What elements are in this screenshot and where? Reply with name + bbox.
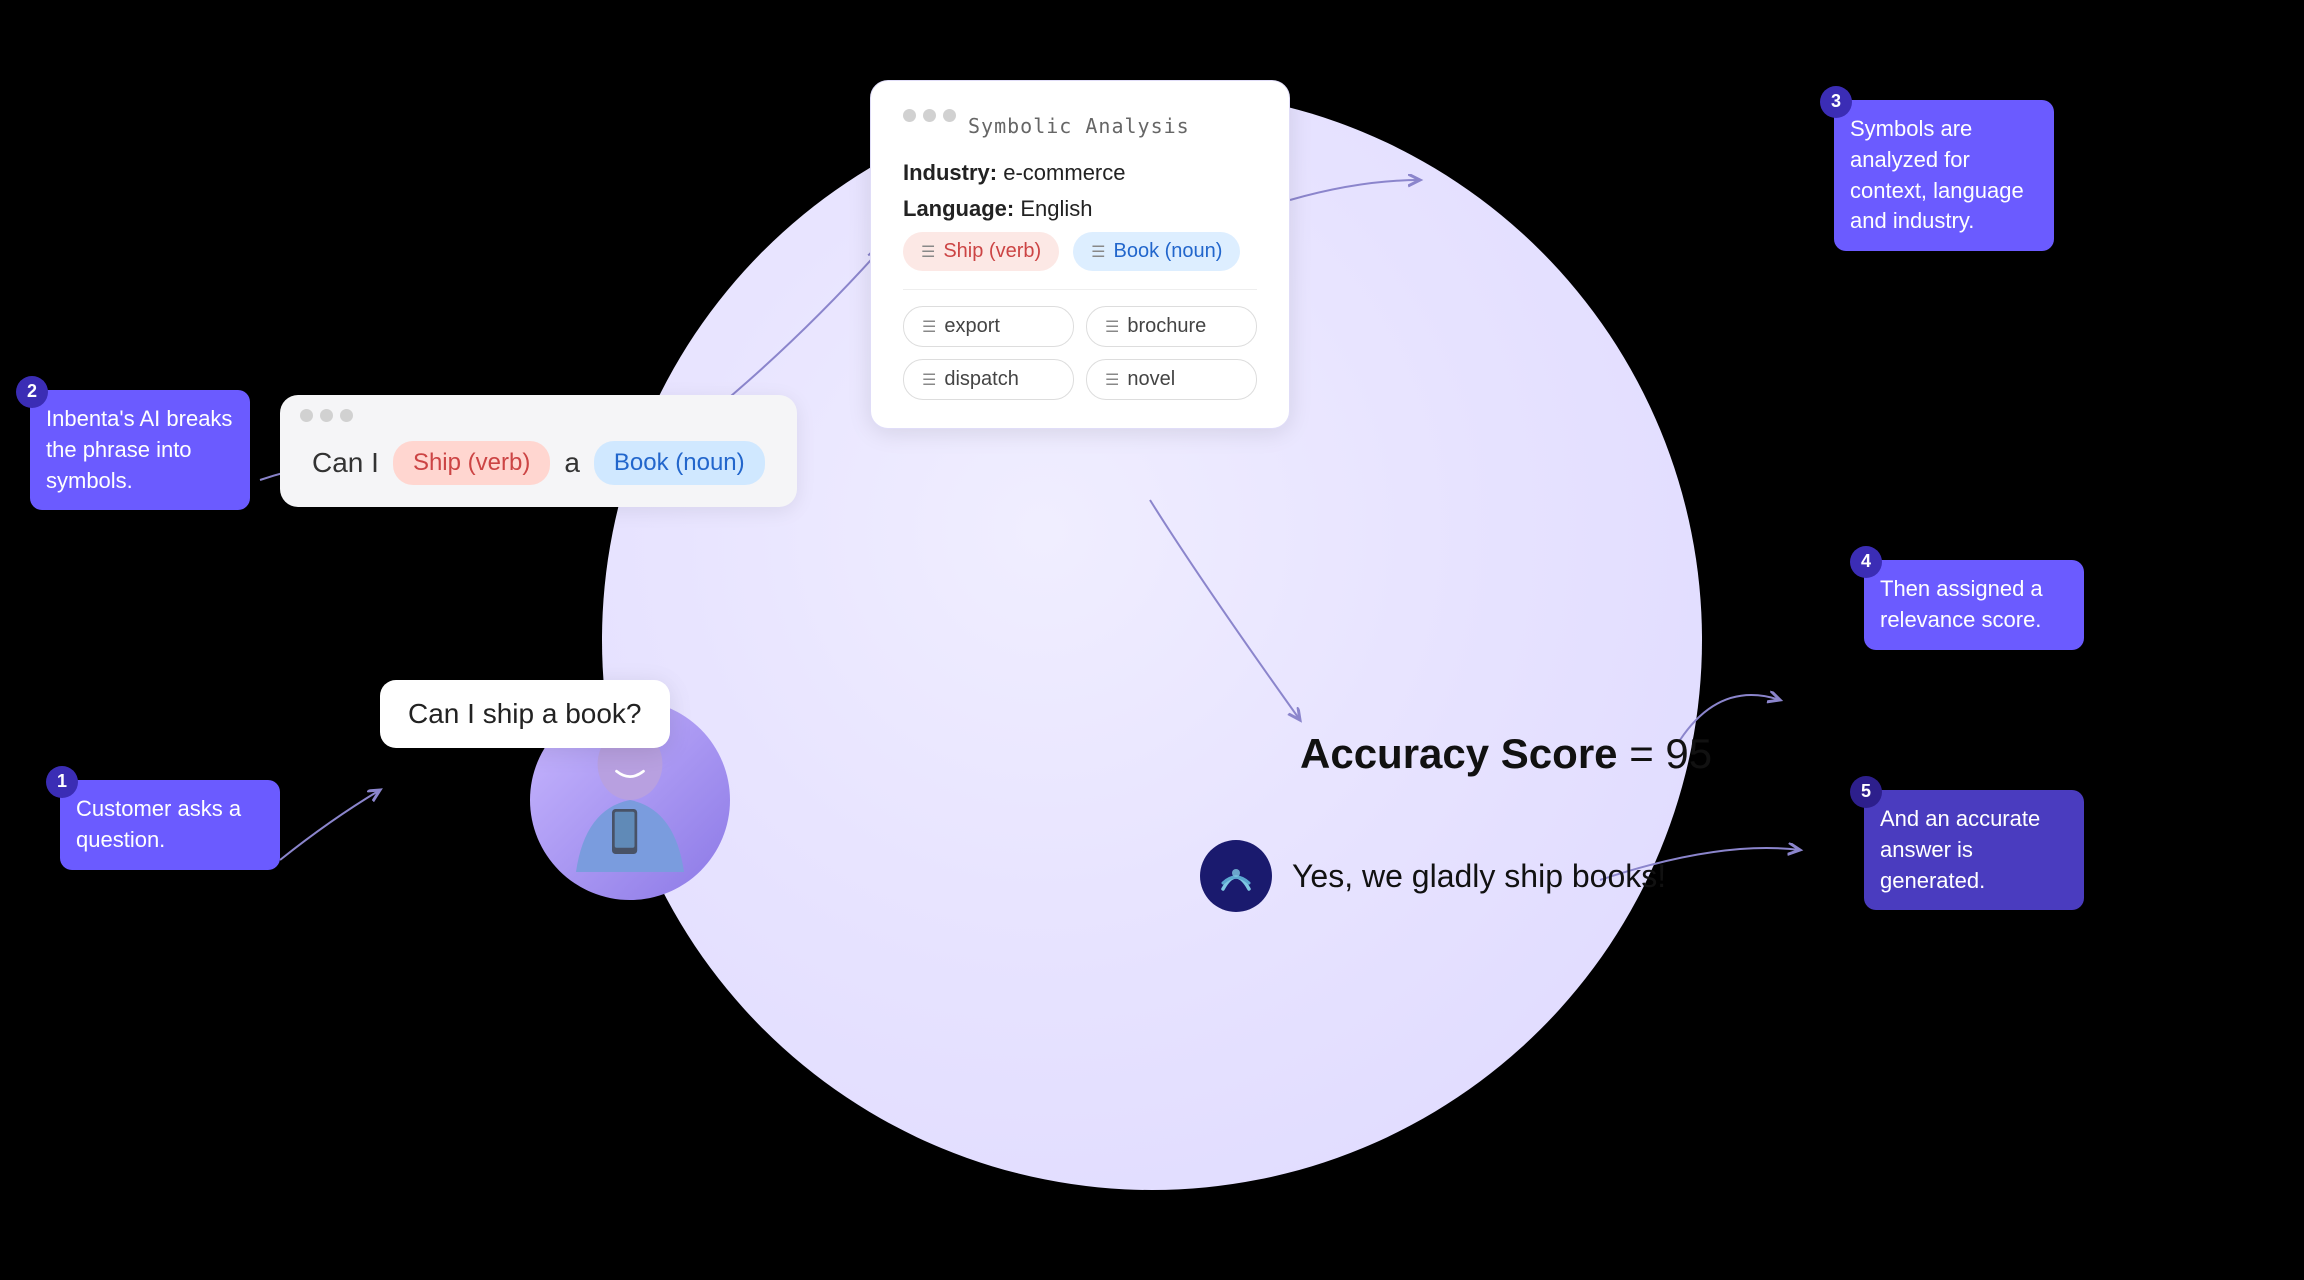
symbolic-related-tags: ☰ export ☰ brochure ☰ dispatch ☰ novel: [903, 306, 1257, 400]
dot-2: [320, 409, 333, 422]
symbolic-tag-ship-label: Ship (verb): [943, 240, 1041, 263]
inbenta-logo-icon: [1215, 855, 1257, 897]
symbolic-language-value: English: [1020, 196, 1092, 221]
symbolic-card-header: Symbolic Analysis: [903, 109, 1257, 142]
symbolic-language-label: Language:: [903, 196, 1014, 221]
dot-s1: [903, 109, 916, 122]
step-1-number: 1: [46, 766, 78, 798]
symbolic-tag-brochure-label: brochure: [1127, 315, 1206, 338]
symbolic-tag-novel: ☰ novel: [1086, 359, 1257, 400]
dot-1: [300, 409, 313, 422]
symbolic-tag-export: ☰ export: [903, 306, 1074, 347]
phrase-card: Can I Ship (verb) a Book (noun): [280, 395, 797, 507]
phrase-card-dots: [300, 409, 353, 422]
step-3-number: 3: [1820, 86, 1852, 118]
phrase-tag-ship: Ship (verb): [393, 441, 550, 485]
phrase-word-can-i: Can I: [312, 447, 379, 479]
step-1-bubble: 1 Customer asks a question.: [60, 780, 280, 870]
customer-chat-bubble: Can I ship a book?: [380, 680, 670, 748]
step-3-bubble: 3 Symbols are analyzed for context, lang…: [1834, 100, 2054, 251]
symbolic-divider: [903, 289, 1257, 290]
symbolic-tag-book-label: Book (noun): [1114, 240, 1223, 263]
tag-icon-dispatch: ☰: [922, 370, 936, 390]
step-2-number: 2: [16, 376, 48, 408]
symbolic-tag-dispatch: ☰ dispatch: [903, 359, 1074, 400]
response-text: Yes, we gladly ship books!: [1292, 858, 1666, 895]
symbolic-tag-dispatch-label: dispatch: [944, 368, 1019, 391]
scene: 1 Customer asks a question. 2 Inbenta's …: [0, 0, 2304, 1280]
step-4-number: 4: [1850, 546, 1882, 578]
symbolic-language-field: Language: English: [903, 196, 1257, 222]
tag-icon-export: ☰: [922, 317, 936, 337]
symbolic-tag-ship: ☰ Ship (verb): [903, 232, 1059, 271]
response-bubble: Yes, we gladly ship books!: [1200, 840, 1666, 912]
symbolic-tag-novel-label: novel: [1127, 368, 1175, 391]
symbolic-analysis-card: Symbolic Analysis Industry: e-commerce L…: [870, 80, 1290, 429]
step-5-number: 5: [1850, 776, 1882, 808]
step-5-bubble: 5 And an accurate answer is generated.: [1864, 790, 2084, 910]
phrase-tag-book: Book (noun): [594, 441, 765, 485]
step-2-bubble: 2 Inbenta's AI breaks the phrase into sy…: [30, 390, 250, 510]
tag-icon-book: ☰: [1091, 242, 1105, 262]
dot-3: [340, 409, 353, 422]
dot-s3: [943, 109, 956, 122]
symbolic-card-dots: [903, 109, 956, 122]
accuracy-eq-value: = 95: [1618, 730, 1713, 777]
symbolic-industry-label: Industry:: [903, 160, 997, 185]
dot-s2: [923, 109, 936, 122]
symbolic-tag-book: ☰ Book (noun): [1073, 232, 1240, 271]
tag-icon-ship: ☰: [921, 242, 935, 262]
inbenta-avatar: [1200, 840, 1272, 912]
phrase-word-a: a: [564, 447, 580, 479]
symbolic-industry-field: Industry: e-commerce: [903, 160, 1257, 186]
accuracy-score-display: Accuracy Score = 95: [1300, 730, 1712, 778]
symbolic-card-title: Symbolic Analysis: [968, 114, 1190, 138]
symbolic-main-tags: ☰ Ship (verb) ☰ Book (noun): [903, 232, 1257, 271]
symbolic-industry-value: e-commerce: [1003, 160, 1125, 185]
tag-icon-novel: ☰: [1105, 370, 1119, 390]
symbolic-tag-export-label: export: [944, 315, 1000, 338]
tag-icon-brochure: ☰: [1105, 317, 1119, 337]
symbolic-tag-brochure: ☰ brochure: [1086, 306, 1257, 347]
step-4-bubble: 4 Then assigned a relevance score.: [1864, 560, 2084, 650]
customer-question-text: Can I ship a book?: [408, 698, 642, 729]
accuracy-label-bold: Accuracy Score: [1300, 730, 1618, 777]
